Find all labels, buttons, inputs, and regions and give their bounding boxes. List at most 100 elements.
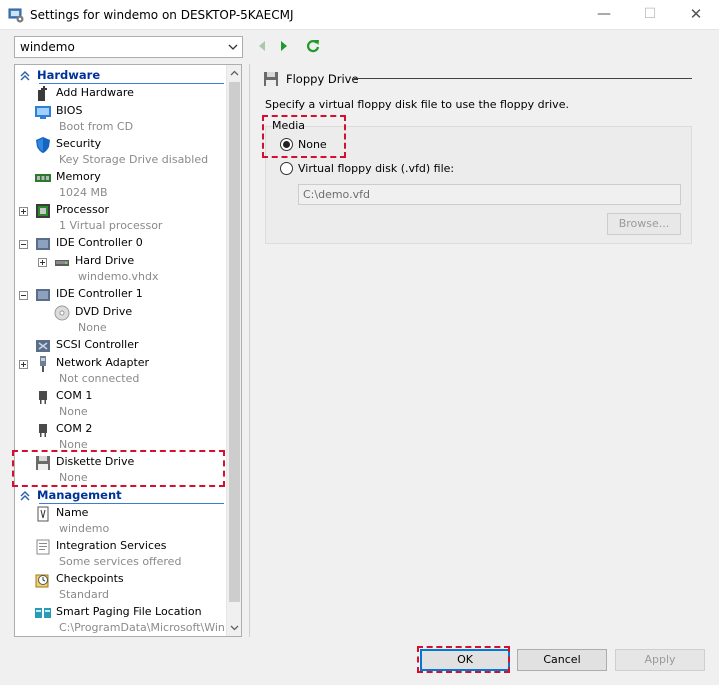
add-hardware-icon bbox=[38, 86, 47, 101]
collapse-toggle[interactable] bbox=[19, 240, 28, 249]
scroll-thumb[interactable] bbox=[229, 82, 240, 602]
radio-none[interactable] bbox=[280, 138, 293, 151]
tree-scrollbar[interactable] bbox=[226, 65, 241, 636]
tree-item-hard-drive[interactable]: Hard Drive windemo.vhdx bbox=[15, 253, 227, 285]
expand-toggle[interactable] bbox=[38, 258, 47, 267]
tree-item-detail: None bbox=[78, 321, 107, 334]
panel-description: Specify a virtual floppy disk file to us… bbox=[265, 98, 569, 111]
checkpoint-clock-icon bbox=[35, 574, 49, 588]
bios-icon bbox=[35, 106, 51, 119]
tree-item-label: Name bbox=[56, 506, 89, 519]
tree-item-label: COM 2 bbox=[56, 422, 93, 435]
tree-item-label: Add Hardware bbox=[56, 86, 134, 99]
collapse-toggle[interactable] bbox=[19, 291, 28, 300]
tree-item-label: Hard Drive bbox=[75, 254, 135, 267]
tree-item-memory[interactable]: Memory 1024 MB bbox=[15, 169, 227, 201]
smart-paging-icon bbox=[35, 608, 51, 618]
tree-item-detail: C:\ProgramData\Microsoft\Win... bbox=[59, 621, 236, 634]
tree-item-label: Integration Services bbox=[56, 539, 167, 552]
tree-item-label: Smart Paging File Location bbox=[56, 605, 202, 618]
radio-none-label[interactable]: None bbox=[298, 138, 327, 151]
tree-item-detail: None bbox=[59, 405, 88, 418]
vm-selector-value: windemo bbox=[20, 40, 75, 54]
tree-item-label: Security bbox=[56, 137, 102, 150]
scroll-down-icon[interactable] bbox=[230, 623, 239, 632]
maximize-button[interactable]: ☐ bbox=[627, 0, 673, 30]
tree-item-name[interactable]: Name windemo bbox=[15, 505, 227, 537]
name-document-icon bbox=[37, 506, 49, 522]
floppy-disk-icon bbox=[36, 456, 50, 470]
ok-button[interactable]: OK bbox=[420, 649, 510, 671]
ide-controller-icon bbox=[36, 238, 50, 250]
title-bar: Settings for windemo on DESKTOP-5KAECMJ … bbox=[0, 0, 719, 30]
network-adapter-icon bbox=[40, 356, 46, 372]
title-divider bbox=[354, 78, 692, 79]
scsi-controller-icon bbox=[36, 340, 50, 352]
vfd-path-input[interactable]: C:\demo.vfd bbox=[298, 184, 681, 205]
tree-item-label: Memory bbox=[56, 170, 101, 183]
tree-item-label: DVD Drive bbox=[75, 305, 133, 318]
media-group-label: Media bbox=[272, 119, 306, 132]
tree-item-smart-paging[interactable]: Smart Paging File Location C:\ProgramDat… bbox=[15, 604, 235, 636]
tree-item-integration-services[interactable]: Integration Services Some services offer… bbox=[15, 538, 227, 570]
tree-item-processor[interactable]: Processor 1 Virtual processor bbox=[15, 202, 227, 234]
floppy-drive-panel: Floppy Drive Specify a virtual floppy di… bbox=[249, 64, 704, 637]
tree-item-diskette-drive[interactable]: Diskette Drive None bbox=[15, 454, 227, 486]
collapse-chevron-icon bbox=[20, 491, 30, 501]
ide-controller-icon bbox=[36, 289, 50, 301]
tree-item-checkpoints[interactable]: Checkpoints Standard bbox=[15, 571, 227, 603]
processor-icon bbox=[36, 204, 50, 218]
tree-item-detail: Boot from CD bbox=[59, 120, 134, 133]
close-button[interactable]: ✕ bbox=[673, 0, 719, 30]
tree-item-label: Network Adapter bbox=[56, 356, 150, 369]
refresh-icon[interactable] bbox=[306, 39, 320, 53]
tree-item-label: IDE Controller 0 bbox=[56, 236, 143, 249]
tree-item-com-2[interactable]: COM 2 None bbox=[15, 421, 227, 453]
tree-item-com-1[interactable]: COM 1 None bbox=[15, 388, 227, 420]
tree-item-label: Processor bbox=[56, 203, 109, 216]
tree-item-label: BIOS bbox=[56, 104, 83, 117]
tree-item-label: IDE Controller 1 bbox=[56, 287, 143, 300]
memory-icon bbox=[35, 174, 51, 182]
tree-item-network-adapter[interactable]: Network Adapter Not connected bbox=[15, 355, 227, 387]
settings-tree[interactable]: Hardware Add Hardware BIOS Boot from CD … bbox=[14, 64, 242, 637]
previous-arrow-icon[interactable] bbox=[255, 39, 269, 53]
vm-selector-dropdown[interactable]: windemo bbox=[14, 36, 243, 58]
tree-item-bios[interactable]: BIOS Boot from CD bbox=[15, 103, 227, 135]
chevron-down-icon bbox=[228, 44, 238, 50]
minimize-button[interactable]: — bbox=[581, 0, 627, 30]
expand-toggle[interactable] bbox=[19, 207, 28, 216]
expand-toggle[interactable] bbox=[19, 360, 28, 369]
tree-item-detail: Some services offered bbox=[59, 555, 182, 568]
management-section-header[interactable]: Management bbox=[19, 488, 224, 504]
browse-button[interactable]: Browse... bbox=[607, 213, 681, 235]
radio-virtual-floppy[interactable] bbox=[280, 162, 293, 175]
tree-item-detail: 1024 MB bbox=[59, 186, 108, 199]
integration-services-icon bbox=[36, 539, 50, 555]
radio-virtual-floppy-label[interactable]: Virtual floppy disk (.vfd) file: bbox=[298, 162, 454, 175]
com-port-icon bbox=[39, 391, 47, 404]
floppy-disk-icon bbox=[264, 72, 278, 86]
com-port-icon bbox=[39, 424, 47, 437]
tree-item-label: SCSI Controller bbox=[56, 338, 139, 351]
hardware-header-label: Hardware bbox=[37, 68, 101, 82]
tree-item-security[interactable]: Security Key Storage Drive disabled bbox=[15, 136, 227, 168]
tree-item-dvd-drive[interactable]: DVD Drive None bbox=[15, 304, 227, 336]
collapse-chevron-icon bbox=[20, 71, 30, 81]
management-header-label: Management bbox=[37, 488, 122, 502]
hyperv-settings-icon bbox=[8, 8, 24, 23]
hardware-section-header[interactable]: Hardware bbox=[19, 68, 224, 84]
tree-item-detail: windemo bbox=[59, 522, 110, 535]
tree-item-label: COM 1 bbox=[56, 389, 93, 402]
tree-item-detail: windemo.vhdx bbox=[78, 270, 159, 283]
cancel-button[interactable]: Cancel bbox=[517, 649, 607, 671]
window-title: Settings for windemo on DESKTOP-5KAECMJ bbox=[30, 8, 294, 22]
next-arrow-icon[interactable] bbox=[277, 39, 291, 53]
tree-item-detail: Not connected bbox=[59, 372, 140, 385]
apply-button[interactable]: Apply bbox=[615, 649, 705, 671]
hard-drive-icon bbox=[55, 260, 69, 266]
tree-item-detail: Standard bbox=[59, 588, 110, 601]
panel-title: Floppy Drive bbox=[286, 72, 359, 86]
scroll-up-icon[interactable] bbox=[230, 69, 239, 78]
tree-item-detail: 1 Virtual processor bbox=[59, 219, 163, 232]
